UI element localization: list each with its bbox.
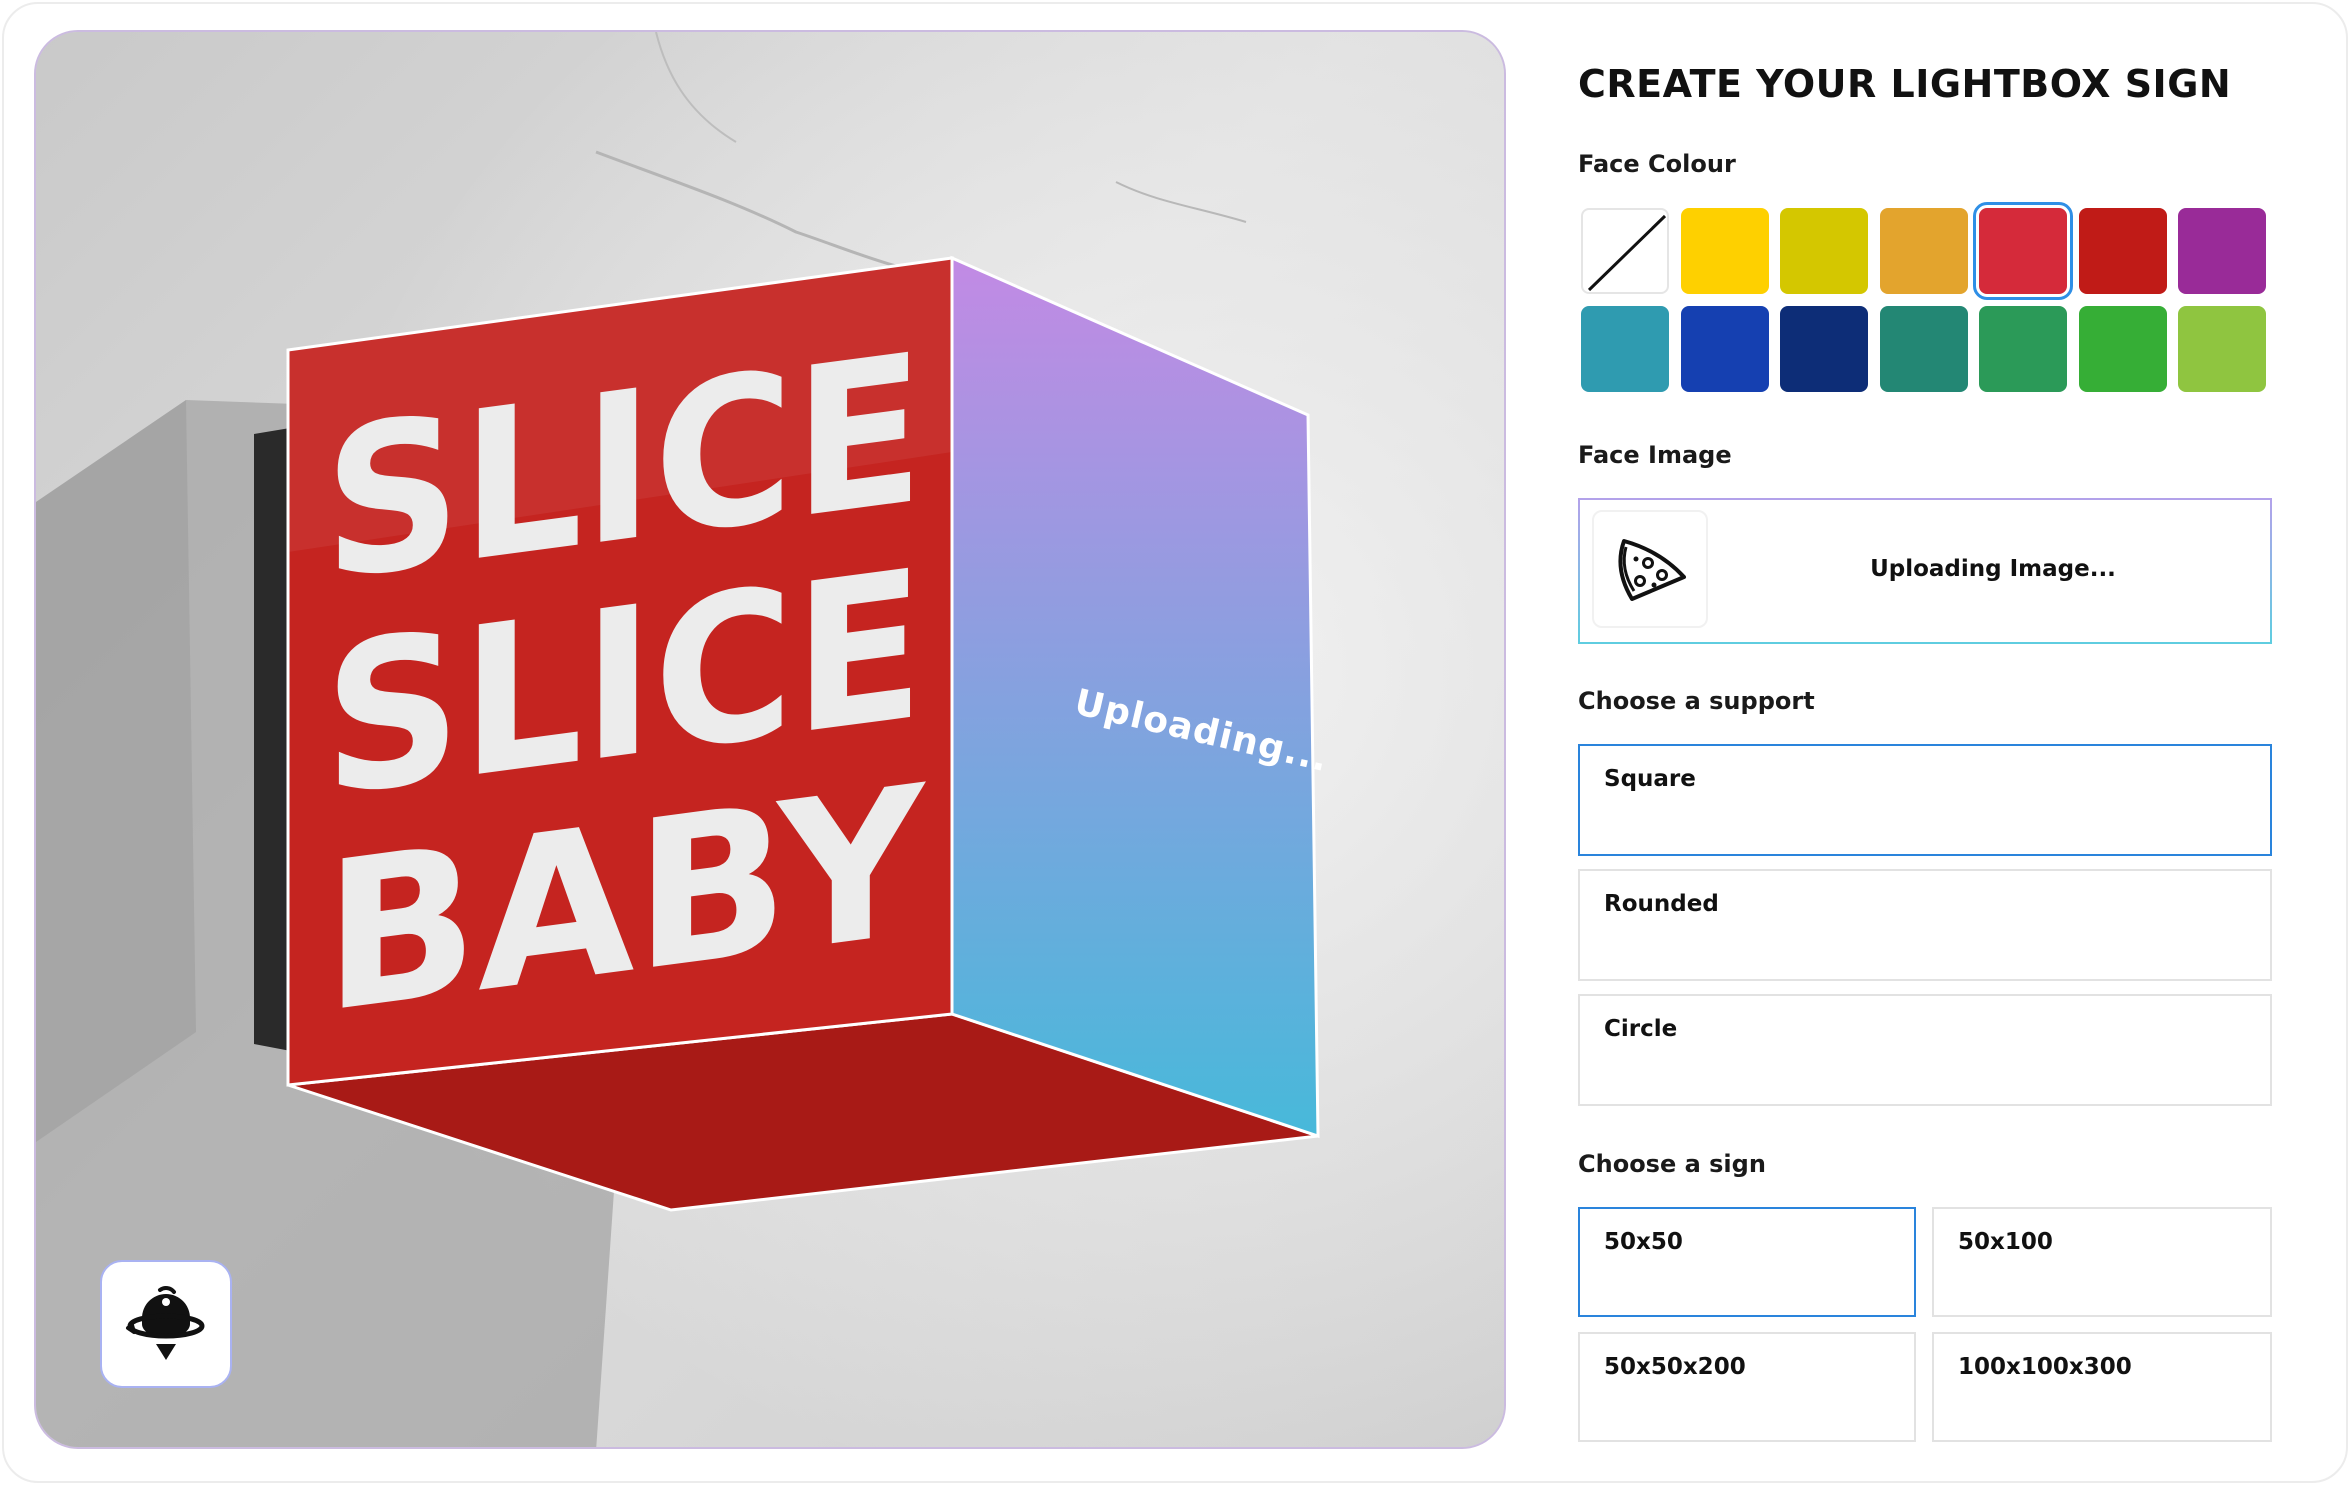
support-option-label: Square [1604, 766, 1696, 792]
upload-thumbnail [1592, 510, 1708, 628]
colour-swatch-blue[interactable] [1680, 306, 1769, 392]
sign-option-50x100[interactable]: 50x100 [1932, 1207, 2272, 1317]
face-colour-label: Face Colour [1578, 150, 1736, 178]
colour-swatch-deep-teal[interactable] [1879, 306, 1968, 392]
colour-swatch-yellow[interactable] [1680, 208, 1769, 294]
face-image-upload[interactable]: Uploading Image... [1578, 498, 2272, 644]
colour-swatch-grid [1578, 202, 2278, 398]
colour-swatch-bright-green[interactable] [2078, 306, 2167, 392]
colour-swatch-none[interactable] [1581, 208, 1669, 294]
rotate-3d-button[interactable] [100, 1260, 232, 1388]
configurator-panel: CREATE YOUR LIGHTBOX SIGN Face Colour Fa… [1578, 0, 2278, 1487]
sign-option-50x50x200[interactable]: 50x50x200 [1578, 1332, 1916, 1442]
colour-swatch-navy[interactable] [1780, 306, 1868, 392]
colour-swatch-amber[interactable] [1879, 208, 1968, 294]
support-option-label: Circle [1604, 1016, 1678, 1042]
support-label: Choose a support [1578, 687, 1815, 715]
sign-size-label: Choose a sign [1578, 1150, 1766, 1178]
sign-option-label: 100x100x300 [1958, 1354, 2132, 1380]
colour-swatch-olive-yellow[interactable] [1780, 208, 1868, 294]
sign-option-label: 50x50 [1604, 1229, 1683, 1255]
support-option-square[interactable]: Square [1578, 744, 2272, 856]
sign-option-100x100x300[interactable]: 100x100x300 [1932, 1332, 2272, 1442]
support-option-rounded[interactable]: Rounded [1578, 869, 2272, 981]
upload-status-text: Uploading Image... [1870, 556, 2116, 582]
support-option-circle[interactable]: Circle [1578, 994, 2272, 1106]
colour-swatch-teal[interactable] [1581, 306, 1669, 392]
support-option-label: Rounded [1604, 891, 1719, 917]
colour-swatch-red[interactable] [1973, 202, 2073, 300]
colour-swatch-lime[interactable] [2178, 306, 2266, 392]
pizza-slice-icon [1618, 539, 1686, 601]
sign-option-label: 50x50x200 [1604, 1354, 1746, 1380]
sign-shadow-dark [36, 400, 196, 1142]
no-colour-slash-icon [1587, 214, 1667, 292]
sign-option-50x50[interactable]: 50x50 [1578, 1207, 1916, 1317]
rotate-3d-icon [126, 1286, 205, 1360]
face-image-label: Face Image [1578, 441, 1732, 469]
colour-swatch-green[interactable] [1979, 306, 2067, 392]
colour-swatch-purple[interactable] [2178, 208, 2266, 294]
sign-preview: SLICE SLICE BABY Uploading... [34, 30, 1506, 1449]
page-title: CREATE YOUR LIGHTBOX SIGN [1578, 62, 2232, 106]
colour-swatch-dark-red[interactable] [2078, 208, 2167, 294]
sign-option-label: 50x100 [1958, 1229, 2053, 1255]
